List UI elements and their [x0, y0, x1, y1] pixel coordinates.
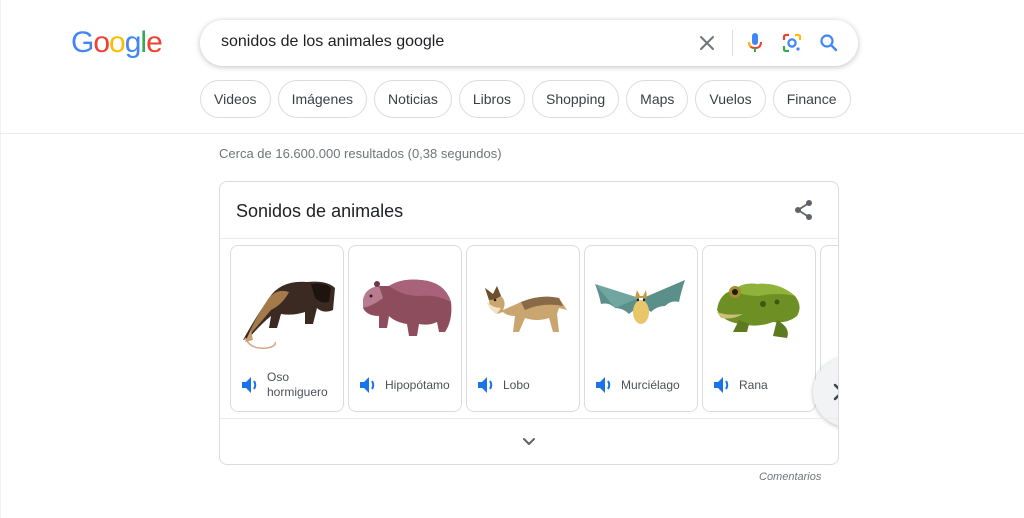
chip-images[interactable]: Imágenes: [277, 80, 368, 118]
animal-name: Rana: [739, 378, 768, 392]
wolf-image: [485, 286, 567, 332]
chip-shopping[interactable]: Shopping: [531, 80, 620, 118]
result-stats: Cerca de 16.600.000 resultados (0,38 seg…: [219, 146, 502, 161]
anteater-image: [243, 281, 335, 350]
share-icon[interactable]: [792, 198, 816, 222]
lens-icon[interactable]: [779, 30, 805, 56]
carousel-next-button[interactable]: [813, 357, 838, 427]
logo-letter: e: [146, 26, 163, 59]
animal-name: Lobo: [503, 378, 530, 392]
filter-chips: Videos Imágenes Noticias Libros Shopping…: [200, 80, 851, 118]
logo-letter: G: [71, 26, 94, 59]
logo-letter: g: [124, 26, 142, 59]
chevron-right-icon: [833, 383, 838, 401]
card-divider: [220, 418, 838, 419]
animal-sounds-card: Sonidos de animales Oso hormiguero Hipop…: [219, 181, 839, 465]
search-box[interactable]: sonidos de los animales google: [200, 20, 858, 66]
speaker-icon[interactable]: [594, 376, 614, 394]
search-input[interactable]: sonidos de los animales google: [221, 33, 444, 51]
chip-maps[interactable]: Maps: [626, 80, 689, 118]
speaker-icon[interactable]: [712, 376, 732, 394]
animal-tile[interactable]: Hipopótamo: [348, 245, 462, 412]
animal-name: Hipopótamo: [385, 378, 450, 392]
close-icon[interactable]: [694, 30, 720, 56]
chip-videos[interactable]: Videos: [200, 80, 271, 118]
animal-carousel: Oso hormiguero Hipopótamo Lobo Murciélag…: [230, 245, 838, 427]
frog-image: [717, 283, 800, 338]
card-divider: [220, 238, 838, 239]
animal-tile[interactable]: Rana: [702, 245, 816, 412]
animal-name: Murciélago: [621, 378, 680, 392]
chip-news[interactable]: Noticias: [374, 80, 452, 118]
microphone-icon[interactable]: [742, 30, 768, 56]
search-divider: [732, 30, 733, 56]
logo-letter: o: [109, 26, 126, 59]
hippo-image: [363, 279, 452, 336]
speaker-icon[interactable]: [358, 376, 378, 394]
chip-flights[interactable]: Vuelos: [695, 80, 766, 118]
chip-finance[interactable]: Finance: [772, 80, 851, 118]
logo-letter: o: [93, 26, 110, 59]
bat-image: [595, 280, 685, 324]
speaker-icon[interactable]: [476, 376, 496, 394]
animal-tile[interactable]: Oso hormiguero: [230, 245, 344, 412]
animal-tile[interactable]: Lobo: [466, 245, 580, 412]
google-logo[interactable]: Google: [71, 26, 163, 60]
chevron-down-icon[interactable]: [519, 432, 539, 452]
animal-tile[interactable]: Murciélago: [584, 245, 698, 412]
search-icon[interactable]: [816, 30, 842, 56]
feedback-link[interactable]: Comentarios: [759, 471, 821, 483]
header-divider: [0, 133, 1024, 134]
speaker-icon[interactable]: [240, 376, 260, 394]
card-title: Sonidos de animales: [236, 201, 404, 221]
page-edge: [0, 0, 1, 518]
chip-books[interactable]: Libros: [458, 80, 525, 118]
animal-name: Oso hormiguero: [267, 370, 328, 399]
